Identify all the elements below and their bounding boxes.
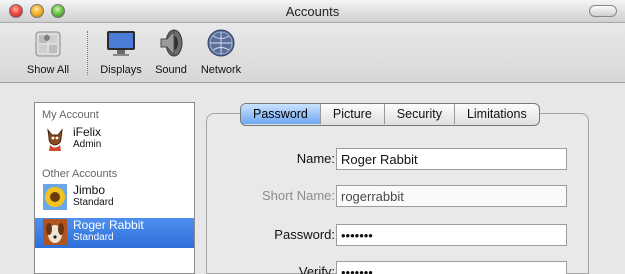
- tab-bar: Password Picture Security Limitations: [240, 103, 540, 126]
- dog-avatar-icon: [43, 219, 67, 245]
- content-area: My Account iFelix Admin Other Accounts J…: [0, 83, 625, 274]
- window-title: Accounts: [285, 4, 340, 19]
- verify-row: Verify: •••••••: [207, 261, 567, 274]
- list-item-jimbo[interactable]: Jimbo Standard: [35, 183, 194, 213]
- toolbar: Show All Displays Sound Network: [0, 23, 625, 83]
- toolbar-separator: [87, 31, 89, 75]
- name-field[interactable]: Roger Rabbit: [336, 148, 567, 170]
- tab-picture[interactable]: Picture: [321, 104, 385, 124]
- password-row: Password: •••••••: [207, 224, 567, 246]
- password-label: Password:: [274, 227, 335, 242]
- title-bar[interactable]: Accounts: [0, 0, 625, 23]
- list-item-ifelix[interactable]: iFelix Admin: [35, 125, 194, 155]
- show-all-button[interactable]: Show All: [18, 27, 78, 76]
- sunflower-avatar-icon: [43, 184, 67, 210]
- verify-field[interactable]: •••••••: [336, 261, 567, 274]
- user-role: Standard: [73, 232, 114, 243]
- my-account-header: My Account: [42, 109, 99, 121]
- name-label: Name:: [296, 151, 335, 166]
- network-label: Network: [200, 64, 242, 76]
- name-row: Name: Roger Rabbit: [207, 148, 567, 170]
- network-globe-icon: [205, 27, 237, 59]
- show-all-label: Show All: [26, 64, 70, 76]
- user-role: Admin: [73, 139, 102, 150]
- list-item-roger-rabbit[interactable]: Roger Rabbit Standard: [35, 218, 194, 248]
- tab-security[interactable]: Security: [385, 104, 455, 124]
- short-name-label: Short Name:: [262, 188, 335, 203]
- apple-prefs-icon: [32, 27, 64, 59]
- tab-password[interactable]: Password: [241, 104, 321, 124]
- cat-avatar-icon: [43, 126, 67, 152]
- short-name-row: Short Name: rogerrabbit: [207, 185, 567, 207]
- other-accounts-header: Other Accounts: [42, 168, 118, 180]
- user-name: Roger Rabbit: [73, 218, 144, 232]
- accounts-window: Accounts Show All Displays Sound Network…: [0, 0, 625, 274]
- network-button[interactable]: Network: [191, 27, 251, 76]
- toolbar-toggle-button[interactable]: [589, 5, 617, 17]
- accounts-list[interactable]: My Account iFelix Admin Other Accounts J…: [34, 102, 195, 274]
- tab-limitations[interactable]: Limitations: [455, 104, 539, 124]
- user-role: Standard: [73, 197, 114, 208]
- verify-label: Verify:: [298, 264, 335, 274]
- password-field[interactable]: •••••••: [336, 224, 567, 246]
- display-icon: [105, 27, 137, 59]
- short-name-field: rogerrabbit: [336, 185, 567, 207]
- user-name: iFelix: [73, 125, 102, 139]
- speaker-icon: [155, 27, 187, 59]
- user-name: Jimbo: [73, 183, 106, 197]
